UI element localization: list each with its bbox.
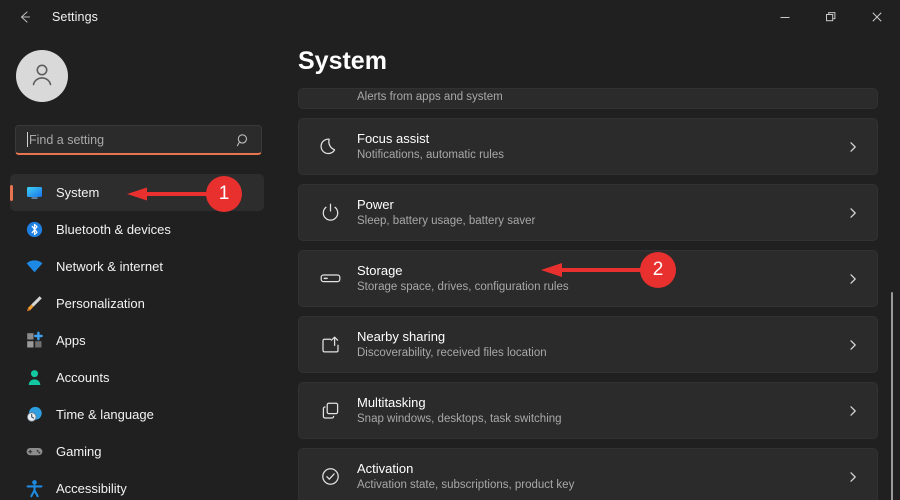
row-text: Alerts from apps and system (357, 91, 877, 108)
settings-list: Alerts from apps and system Focus assist… (298, 88, 878, 500)
restore-icon (825, 11, 837, 23)
gamepad-icon (24, 442, 44, 462)
search-icon[interactable] (236, 132, 251, 147)
close-button[interactable] (854, 0, 900, 34)
scrollbar[interactable] (887, 90, 897, 500)
row-text: Multitasking Snap windows, desktops, tas… (357, 395, 847, 427)
sidebar-item-label: Accessibility (56, 481, 127, 496)
clock-globe-icon (24, 405, 44, 425)
close-icon (871, 11, 883, 23)
row-title: Storage (357, 262, 403, 278)
sidebar-item-label: Gaming (56, 444, 102, 459)
main-row-focus-assist[interactable]: Focus assist Notifications, automatic ru… (298, 118, 878, 175)
row-text: Nearby sharing Discoverability, received… (357, 329, 847, 361)
row-text: Focus assist Notifications, automatic ru… (357, 131, 847, 163)
sidebar-item-label: Network & internet (56, 259, 163, 274)
sidebar-item-personalization[interactable]: Personalization (10, 285, 264, 322)
chevron-right-icon[interactable] (847, 405, 859, 417)
row-subtitle: Activation state, subscriptions, product… (357, 478, 575, 491)
row-subtitle: Discoverability, received files location (357, 346, 547, 359)
row-subtitle: Snap windows, desktops, task switching (357, 412, 562, 425)
wifi-icon (24, 257, 44, 277)
search-input[interactable]: Find a setting (15, 125, 262, 155)
main-row-activation[interactable]: Activation Activation state, subscriptio… (298, 448, 878, 500)
row-title: Activation (357, 460, 414, 476)
sidebar-item-network-internet[interactable]: Network & internet (10, 248, 264, 285)
main-content: System Alerts from apps and system Focus… (282, 34, 900, 500)
annotation-badge-1: 1 (206, 176, 242, 212)
row-title: Power (357, 196, 394, 212)
sidebar-item-accessibility[interactable]: Accessibility (10, 470, 264, 500)
app-title: Settings (52, 10, 98, 24)
window-controls (762, 0, 900, 34)
sidebar-item-label: Apps (56, 333, 86, 348)
person-icon (24, 368, 44, 388)
minimize-icon (779, 11, 791, 23)
sidebar-item-label: Bluetooth & devices (56, 222, 171, 237)
sidebar-item-gaming[interactable]: Gaming (10, 433, 264, 470)
row-title: Focus assist (357, 130, 430, 146)
chevron-right-icon[interactable] (847, 339, 859, 351)
share-icon (315, 334, 345, 355)
windows-stack-icon (315, 400, 345, 421)
back-button[interactable] (8, 2, 42, 32)
sidebar-item-label: System (56, 185, 100, 200)
monitor-icon (24, 183, 44, 203)
page-title: System (298, 47, 387, 75)
row-title: Multitasking (357, 394, 426, 410)
row-subtitle: Alerts from apps and system (357, 91, 503, 103)
chevron-right-icon[interactable] (847, 141, 859, 153)
main-row-multitasking[interactable]: Multitasking Snap windows, desktops, tas… (298, 382, 878, 439)
main-row-storage[interactable]: Storage Storage space, drives, configura… (298, 250, 878, 307)
row-subtitle: Sleep, battery usage, battery saver (357, 214, 536, 227)
sidebar-item-accounts[interactable]: Accounts (10, 359, 264, 396)
row-text: Power Sleep, battery usage, battery save… (357, 197, 847, 229)
user-avatar-icon (27, 59, 57, 94)
avatar[interactable] (16, 50, 68, 102)
sidebar-item-label: Personalization (56, 296, 145, 311)
sidebar-nav: System Bluetooth & devices Network & int… (0, 174, 282, 500)
main-row-notifications[interactable]: Alerts from apps and system (298, 88, 878, 109)
annotation-badge-2: 2 (640, 252, 676, 288)
check-circle-icon (315, 466, 345, 487)
maximize-button[interactable] (808, 0, 854, 34)
row-title: Nearby sharing (357, 328, 446, 344)
scrollbar-thumb[interactable] (891, 292, 893, 500)
title-bar: Settings (0, 0, 900, 34)
bluetooth-icon (24, 220, 44, 240)
back-arrow-icon (17, 9, 33, 25)
main-row-nearby-sharing[interactable]: Nearby sharing Discoverability, received… (298, 316, 878, 373)
power-icon (315, 202, 345, 223)
sidebar: Find a setting System Bluetooth & device… (0, 34, 282, 500)
paintbrush-icon (24, 294, 44, 314)
sidebar-item-label: Accounts (56, 370, 110, 385)
text-caret (27, 132, 28, 147)
row-subtitle: Notifications, automatic rules (357, 148, 505, 161)
row-subtitle: Storage space, drives, configuration rul… (357, 280, 569, 293)
chevron-right-icon[interactable] (847, 273, 859, 285)
sidebar-item-label: Time & language (56, 407, 154, 422)
apps-grid-icon (24, 331, 44, 351)
accessibility-person-icon (24, 479, 44, 499)
row-text: Storage Storage space, drives, configura… (357, 263, 847, 295)
minimize-button[interactable] (762, 0, 808, 34)
sidebar-item-bluetooth-devices[interactable]: Bluetooth & devices (10, 211, 264, 248)
drive-icon (315, 267, 345, 290)
search-placeholder: Find a setting (29, 132, 105, 147)
sidebar-item-apps[interactable]: Apps (10, 322, 264, 359)
chevron-right-icon[interactable] (847, 207, 859, 219)
sidebar-item-time-language[interactable]: Time & language (10, 396, 264, 433)
moon-icon (315, 136, 345, 157)
chevron-right-icon[interactable] (847, 471, 859, 483)
main-row-power[interactable]: Power Sleep, battery usage, battery save… (298, 184, 878, 241)
row-text: Activation Activation state, subscriptio… (357, 461, 847, 493)
